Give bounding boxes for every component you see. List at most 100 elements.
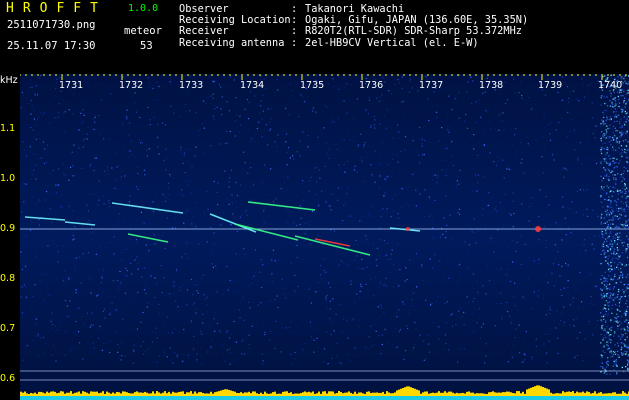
noise-speck: [344, 283, 346, 285]
noise-speck: [251, 137, 253, 140]
noise-speck: [68, 179, 70, 181]
interference-speck: [602, 122, 605, 125]
noise-speck: [325, 142, 327, 144]
interference-speck: [615, 225, 618, 227]
noise-speck: [151, 213, 154, 215]
noise-speck: [163, 277, 165, 279]
noise-speck: [213, 232, 215, 234]
noise-speck: [72, 210, 74, 212]
interference-speck: [614, 240, 616, 242]
noise-speck: [113, 339, 116, 341]
noise-speck: [488, 192, 490, 194]
noise-speck: [539, 217, 541, 219]
noise-speck: [541, 332, 543, 334]
noise-speck: [431, 322, 434, 324]
interference-speck: [614, 332, 616, 334]
noise-speck: [571, 201, 573, 203]
noise-speck: [37, 158, 39, 160]
noise-speck: [204, 294, 206, 296]
noise-speck: [35, 318, 37, 320]
noise-speck: [402, 118, 404, 120]
noise-speck: [126, 270, 128, 272]
noise-speck: [324, 104, 326, 106]
interference-speck: [605, 286, 607, 288]
noise-speck: [359, 259, 361, 261]
interference-speck: [606, 278, 608, 280]
noise-speck: [485, 293, 487, 295]
noise-speck: [620, 118, 622, 120]
noise-speck: [473, 330, 475, 332]
interference-speck: [625, 302, 627, 305]
noise-speck: [213, 104, 215, 106]
noise-speck: [377, 195, 379, 197]
interference-speck: [617, 226, 619, 228]
noise-speck: [103, 268, 105, 270]
noise-speck: [126, 116, 128, 118]
noise-speck: [592, 248, 594, 250]
noise-speck: [233, 215, 235, 217]
noise-speck: [402, 100, 404, 102]
interference-speck: [621, 342, 623, 344]
noise-speck: [551, 154, 554, 156]
noise-speck: [569, 90, 571, 92]
noise-speck: [392, 198, 394, 200]
interference-speck: [624, 215, 626, 217]
noise-speck: [95, 128, 97, 130]
noise-speck: [468, 212, 470, 214]
noise-speck: [82, 253, 84, 255]
noise-speck: [558, 264, 560, 266]
noise-speck: [548, 204, 550, 206]
noise-speck: [374, 119, 376, 121]
interference-speck: [608, 235, 610, 238]
noise-speck: [249, 293, 251, 295]
noise-speck: [194, 155, 196, 157]
noise-speck: [342, 237, 344, 239]
noise-speck: [41, 114, 44, 116]
noise-speck: [477, 154, 479, 157]
interference-speck: [606, 262, 609, 265]
noise-speck: [118, 357, 120, 359]
interference-speck: [612, 223, 614, 225]
interference-speck: [600, 175, 602, 177]
noise-speck: [520, 162, 522, 164]
noise-speck: [441, 127, 443, 129]
noise-speck: [302, 131, 304, 133]
noise-speck: [400, 150, 402, 152]
noise-speck: [360, 157, 362, 159]
noise-speck: [425, 125, 427, 127]
interference-speck: [623, 291, 625, 293]
noise-speck: [229, 348, 231, 350]
noise-speck: [277, 306, 279, 309]
noise-speck: [306, 230, 308, 232]
noise-speck: [290, 353, 292, 355]
noise-speck: [247, 172, 249, 174]
noise-speck: [577, 244, 579, 246]
noise-speck: [183, 222, 185, 224]
noise-speck: [503, 350, 505, 352]
noise-speck: [394, 328, 396, 330]
noise-speck: [76, 347, 78, 349]
noise-speck: [249, 185, 251, 187]
interference-speck: [603, 186, 605, 188]
noise-speck: [186, 289, 188, 291]
noise-speck: [467, 267, 469, 269]
noise-speck: [102, 273, 104, 275]
noise-speck: [452, 325, 454, 327]
noise-speck: [264, 245, 266, 247]
noise-speck: [483, 144, 485, 146]
noise-speck: [461, 316, 463, 318]
noise-speck: [352, 140, 354, 142]
noise-speck: [383, 195, 385, 197]
noise-speck: [542, 219, 544, 221]
noise-speck: [71, 181, 73, 183]
noise-speck: [68, 220, 70, 222]
interference-speck: [612, 257, 614, 259]
noise-speck: [589, 303, 591, 305]
noise-speck: [258, 267, 260, 269]
interference-speck: [620, 239, 622, 241]
noise-speck: [331, 111, 334, 113]
noise-speck: [618, 262, 620, 264]
noise-speck: [380, 353, 382, 355]
noise-speck: [587, 170, 589, 172]
noise-speck: [443, 147, 445, 149]
